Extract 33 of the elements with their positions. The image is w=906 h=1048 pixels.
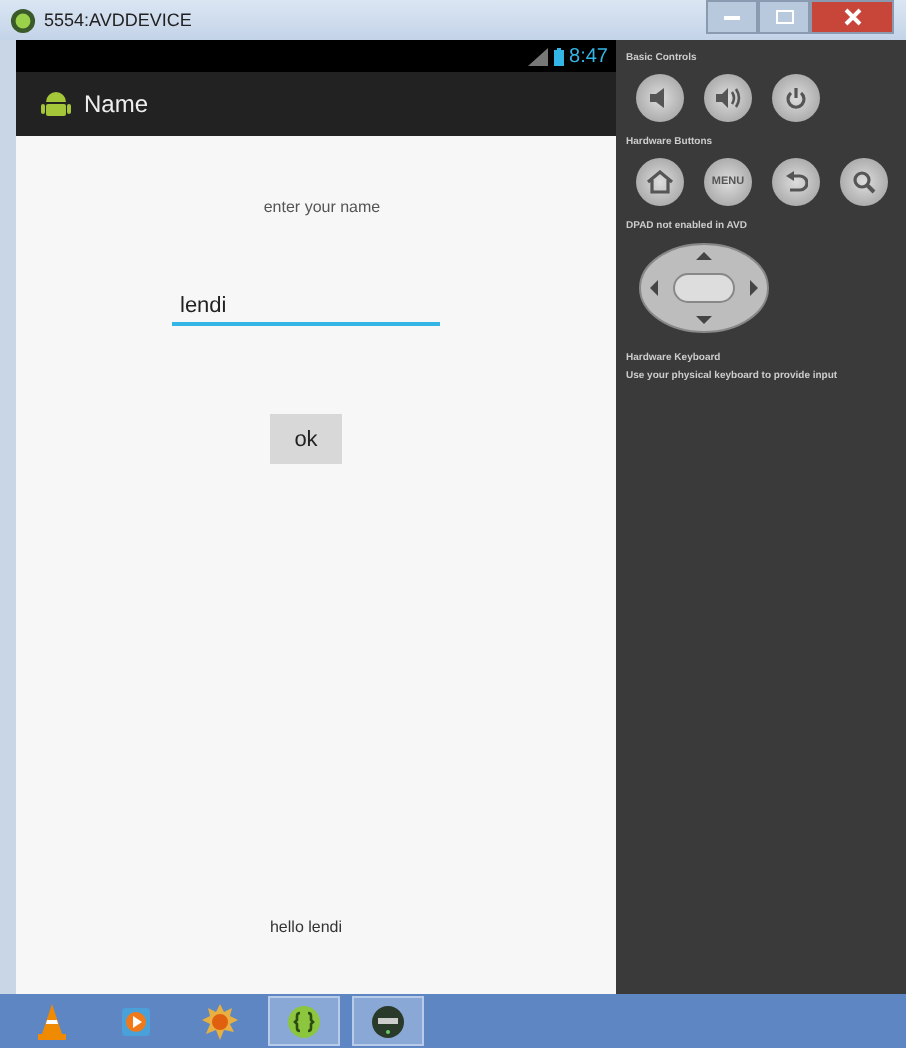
- taskbar-button[interactable]: [352, 996, 424, 1046]
- back-arrow-icon: [784, 170, 808, 194]
- app-title: Name: [84, 90, 149, 118]
- volume-up-button[interactable]: [704, 74, 752, 122]
- disc-icon: [372, 1005, 404, 1037]
- speaker-loud-icon: [714, 86, 742, 110]
- sun-icon: [202, 1003, 238, 1039]
- search-button[interactable]: [840, 158, 888, 206]
- close-button[interactable]: [810, 0, 894, 34]
- window-title: 5554:AVDDEVICE: [44, 10, 192, 30]
- back-button[interactable]: [772, 158, 820, 206]
- battery-icon: [553, 47, 564, 65]
- minimize-button[interactable]: [706, 0, 758, 34]
- signal-icon: [527, 47, 548, 65]
- taskbar-button[interactable]: [268, 996, 340, 1046]
- power-button[interactable]: [772, 74, 820, 122]
- home-icon: [646, 170, 674, 194]
- traffic-cone-icon: [38, 1003, 66, 1039]
- dpad-control[interactable]: [638, 242, 770, 334]
- maximize-button[interactable]: [758, 0, 810, 34]
- home-button[interactable]: [636, 158, 684, 206]
- prompt-label: enter your name: [263, 198, 381, 216]
- power-icon: [784, 86, 808, 110]
- greeting-text: hello lendi: [269, 918, 343, 936]
- android-icon: [40, 88, 72, 120]
- braces-icon: [288, 1005, 320, 1037]
- name-field[interactable]: lendi: [172, 290, 440, 326]
- search-icon: [852, 170, 876, 194]
- play-icon: [122, 1007, 150, 1035]
- volume-down-button[interactable]: [636, 74, 684, 122]
- ok-button[interactable]: ok: [270, 414, 342, 464]
- close-icon: [843, 8, 861, 26]
- clock: 8:47: [569, 45, 608, 67]
